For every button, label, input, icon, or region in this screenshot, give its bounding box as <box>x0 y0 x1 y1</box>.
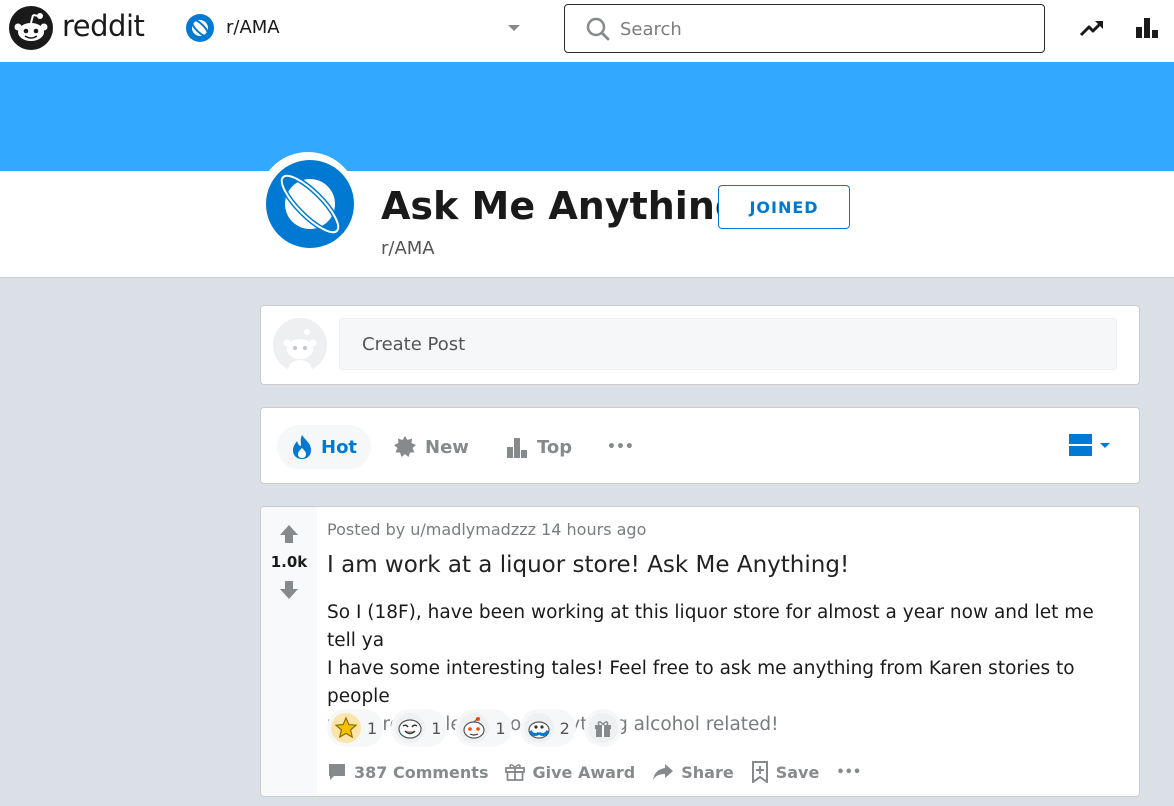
star-award-icon <box>331 713 361 743</box>
award-count: 1 <box>495 718 506 738</box>
search-icon <box>586 17 610 41</box>
more-options-button[interactable]: ••• <box>836 765 861 780</box>
give-award-button[interactable]: Give Award <box>505 762 635 782</box>
sort-bar: Hot New Top ••• <box>260 407 1140 484</box>
post-body-line: I have some interesting tales! Feel free… <box>327 658 1075 707</box>
subreddit-banner <box>0 62 1174 171</box>
sort-hot-button[interactable]: Hot <box>277 425 372 469</box>
bookmark-icon <box>751 761 768 783</box>
award-badge[interactable]: 2 <box>519 709 576 747</box>
comments-button[interactable]: 387 Comments <box>327 762 488 782</box>
sort-top-button[interactable]: Top <box>491 425 586 469</box>
search-bar[interactable] <box>564 4 1045 53</box>
award-badge[interactable]: 1 <box>391 709 448 747</box>
community-selector[interactable]: r/AMA <box>186 14 526 44</box>
award-count: 1 <box>431 718 442 738</box>
reddit-wordmark[interactable]: reddit <box>62 9 145 43</box>
community-name: r/AMA <box>226 17 280 38</box>
chevron-down-icon <box>508 25 520 31</box>
post-body-line: So I (18F), have been working at this li… <box>327 602 1094 651</box>
create-post-input[interactable]: Create Post <box>339 318 1117 370</box>
joined-button[interactable]: JOINED <box>718 185 850 229</box>
add-award-button[interactable] <box>583 709 622 747</box>
card-view-icon <box>1069 434 1110 456</box>
save-button[interactable]: Save <box>751 761 820 783</box>
subreddit-icon <box>258 152 358 252</box>
post-actions: 387 Comments Give Award Share Save ••• <box>327 761 878 783</box>
search-input[interactable] <box>620 16 1020 42</box>
share-arrow-icon <box>653 764 674 780</box>
subreddit-handle: r/AMA <box>381 238 435 259</box>
give-award-label: Give Award <box>532 762 636 782</box>
award-badge[interactable]: 1 <box>327 709 384 747</box>
post-meta: Posted by u/madlymadzzz 14 hours ago <box>327 520 647 539</box>
user-avatar[interactable] <box>273 318 327 372</box>
new-burst-icon <box>394 436 416 457</box>
award-count: 1 <box>367 718 378 738</box>
comment-icon <box>329 764 345 780</box>
flame-icon <box>293 435 311 459</box>
create-post-card: Create Post <box>260 305 1140 385</box>
awards-row: 1 1 1 2 <box>327 709 622 747</box>
award-badge[interactable]: 1 <box>455 709 512 747</box>
top-chart-icon <box>507 438 527 458</box>
leaderboard-icon[interactable] <box>1133 14 1161 42</box>
gift-icon <box>587 713 618 743</box>
save-label: Save <box>775 762 820 782</box>
downvote-arrow-icon[interactable] <box>278 579 300 601</box>
sort-top-label: Top <box>537 436 573 458</box>
snoo-award-icon <box>459 713 490 743</box>
sort-hot-label: Hot <box>321 436 358 458</box>
top-navigation-bar: reddit r/AMA <box>0 0 1174 62</box>
gift-icon <box>505 764 526 781</box>
laughing-award-icon <box>395 713 426 743</box>
share-button[interactable]: Share <box>652 762 734 782</box>
sort-new-button[interactable]: New <box>379 425 483 469</box>
sort-new-label: New <box>425 436 469 458</box>
post-title[interactable]: I am work at a liquor store! Ask Me Anyt… <box>327 552 849 578</box>
community-icon <box>186 14 214 42</box>
vote-column: 1.0k <box>261 507 317 796</box>
vote-count: 1.0k <box>270 553 308 571</box>
post-card[interactable]: 1.0k Posted by u/madlymadzzz 14 hours ag… <box>260 506 1140 797</box>
view-layout-toggle[interactable] <box>1069 434 1113 462</box>
share-label: Share <box>681 762 734 782</box>
comments-label: 387 Comments <box>354 762 489 782</box>
trending-icon[interactable] <box>1078 14 1106 42</box>
wholesome-award-icon <box>523 713 554 743</box>
reddit-logo-icon[interactable] <box>9 6 53 50</box>
sort-more-button[interactable]: ••• <box>593 425 648 469</box>
upvote-arrow-icon[interactable] <box>278 523 300 545</box>
subreddit-title: Ask Me Anything <box>381 184 743 228</box>
award-count: 2 <box>559 718 570 738</box>
